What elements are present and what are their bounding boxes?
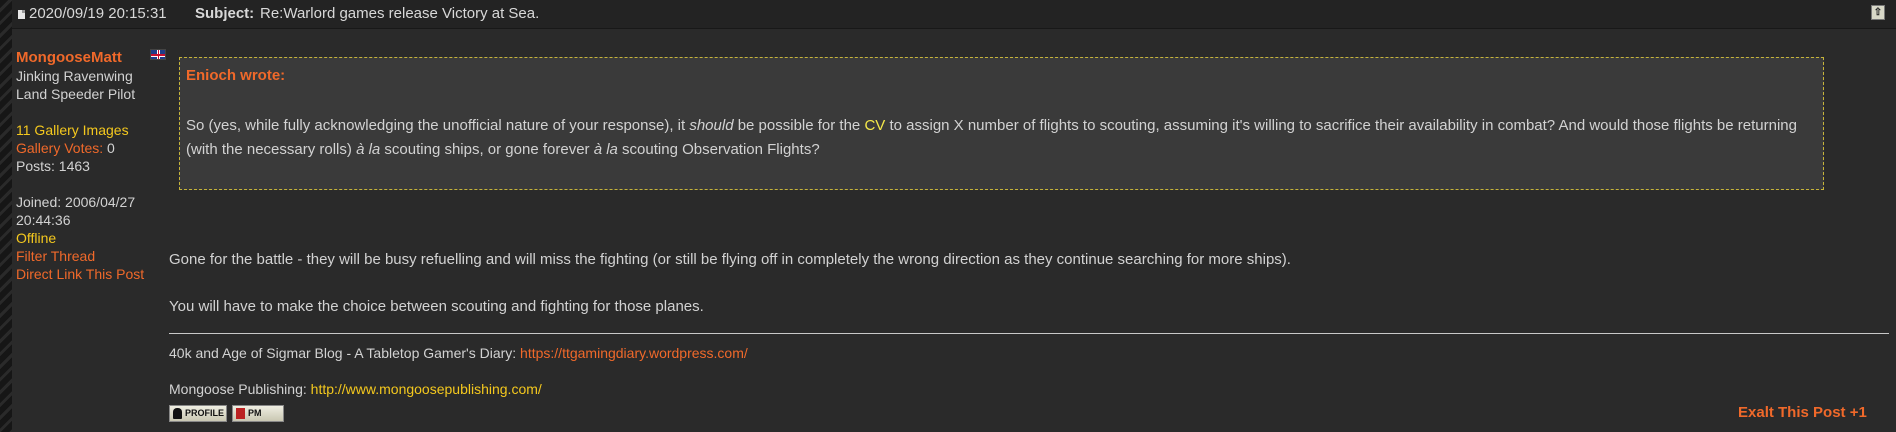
gallery-votes-link[interactable]: Gallery Votes: xyxy=(16,140,103,156)
profile-icon xyxy=(173,408,182,419)
quote-emphasis: à la xyxy=(593,141,618,158)
post-date: 2020/09/19 20:15:31 xyxy=(29,5,167,22)
quote-text-part: So (yes, while fully acknowledging the u… xyxy=(186,117,690,134)
quote-text-part: be possible for the xyxy=(733,117,865,134)
gallery-votes-value: 0 xyxy=(103,140,115,156)
online-status: Offline xyxy=(16,230,57,246)
joined-date: Joined: 2006/04/27 xyxy=(16,194,136,210)
profile-button-label: PROFILE xyxy=(185,408,225,418)
signature-divider xyxy=(169,333,1889,334)
envelope-icon xyxy=(236,408,245,419)
arrow-up-icon[interactable]: ⇧ xyxy=(1871,5,1885,20)
filter-thread-link[interactable]: Filter Thread xyxy=(16,247,166,265)
subject-label: Subject: xyxy=(195,5,255,22)
quote-text-part: scouting ships, or gone forever xyxy=(380,141,594,158)
blog-url-link[interactable]: https://ttgamingdiary.wordpress.com/ xyxy=(520,345,748,361)
post-header: 2020/09/19 20:15:31 Subject: Re:Warlord … xyxy=(12,0,1896,29)
pm-button-label: PM xyxy=(248,408,262,418)
signature-blog: 40k and Age of Sigmar Blog - A Tabletop … xyxy=(169,345,748,361)
gallery-images-link[interactable]: 11 Gallery Images xyxy=(16,121,166,139)
joined-time: 20:44:36 xyxy=(16,212,71,228)
signature-blog-text: 40k and Age of Sigmar Blog - A Tabletop … xyxy=(169,345,521,361)
direct-link-post[interactable]: Direct Link This Post xyxy=(16,265,166,283)
decorative-stripe-border xyxy=(0,0,12,432)
quote-author: Enioch wrote: xyxy=(186,67,286,84)
exalt-post-link[interactable]: Exalt This Post +1 xyxy=(1738,404,1867,421)
profile-button[interactable]: PROFILE xyxy=(169,405,227,422)
document-icon xyxy=(18,10,25,19)
user-rank-line2: Land Speeder Pilot xyxy=(16,86,136,102)
post-body-line: Gone for the battle - they will be busy … xyxy=(169,251,1291,268)
user-rank-line1: Jinking Ravenwing xyxy=(16,68,133,84)
signature-publisher: Mongoose Publishing: http://www.mongoose… xyxy=(169,381,542,397)
signature-publisher-text: Mongoose Publishing: xyxy=(169,381,311,397)
pm-button[interactable]: PM xyxy=(232,405,284,422)
quote-emphasis: à la xyxy=(356,141,381,158)
username-link[interactable]: MongooseMatt xyxy=(16,49,122,66)
user-sidebar: MongooseMatt Jinking Ravenwing Land Spee… xyxy=(16,48,166,283)
publisher-url-link[interactable]: http://www.mongoosepublishing.com/ xyxy=(311,381,542,397)
uk-flag-icon xyxy=(150,49,166,60)
quote-block: Enioch wrote: So (yes, while fully ackno… xyxy=(179,57,1824,190)
post-count: Posts: 1463 xyxy=(16,158,90,174)
cv-highlight: CV xyxy=(864,117,886,134)
quote-emphasis: should xyxy=(689,117,734,134)
forum-post: 2020/09/19 20:15:31 Subject: Re:Warlord … xyxy=(12,0,1896,432)
post-body-line: You will have to make the choice between… xyxy=(169,298,704,315)
post-subject: Re:Warlord games release Victory at Sea. xyxy=(260,5,540,22)
quote-text: So (yes, while fully acknowledging the u… xyxy=(186,114,1816,162)
quote-text-part: scouting Observation Flights? xyxy=(617,141,820,158)
